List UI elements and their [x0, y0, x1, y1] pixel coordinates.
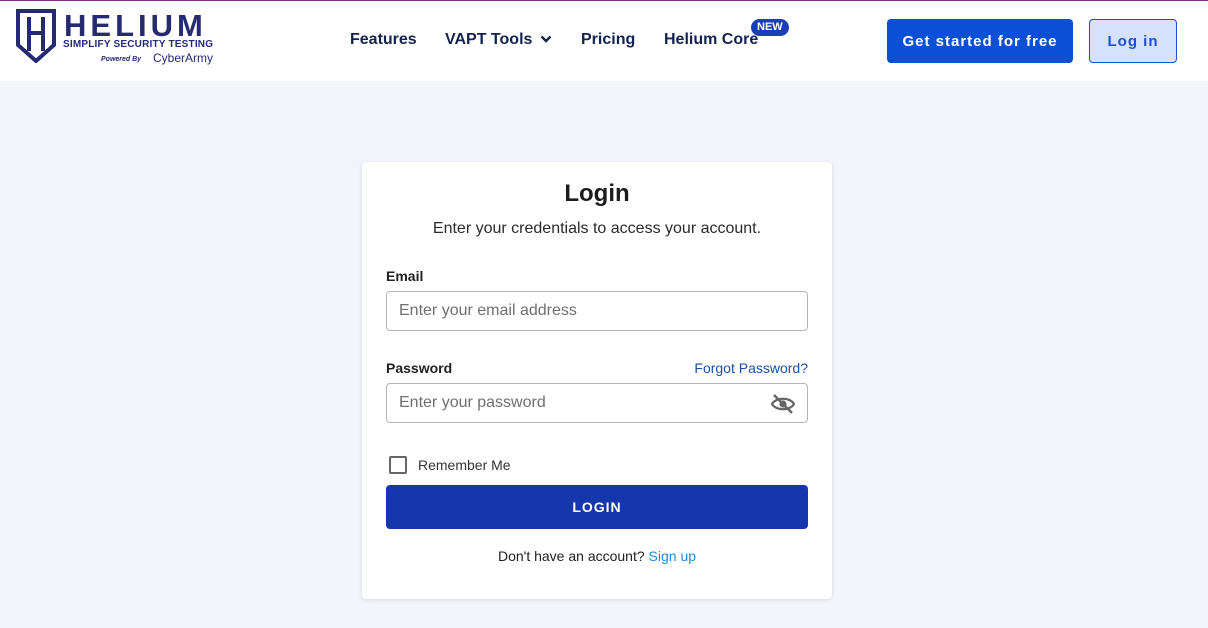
shield-logo-icon: [16, 9, 56, 63]
header-login-button[interactable]: Log in: [1089, 19, 1177, 63]
eye-off-icon[interactable]: [770, 393, 796, 415]
new-badge: NEW: [751, 19, 789, 36]
login-title: Login: [564, 180, 630, 207]
email-label: Email: [386, 268, 424, 284]
remember-me-checkbox[interactable]: [389, 456, 407, 474]
brand-name: HELIUM: [64, 8, 207, 43]
helium-logo[interactable]: HELIUM SIMPLIFY SECURITY TESTING Powered…: [16, 9, 220, 69]
signup-prompt: Don't have an account? Sign up: [362, 548, 832, 564]
login-subtitle: Enter your credentials to access your ac…: [432, 220, 762, 237]
no-account-text: Don't have an account?: [497, 548, 645, 564]
get-started-button[interactable]: Get started for free: [887, 19, 1073, 63]
brand-tagline: SIMPLIFY SECURITY TESTING: [63, 39, 214, 50]
forgot-password-link[interactable]: Forgot Password?: [694, 360, 808, 376]
partner-logo: CyberArmy: [153, 51, 214, 65]
login-submit-button[interactable]: LOGIN: [386, 485, 808, 529]
email-field[interactable]: [386, 291, 808, 331]
nav-vapt-tools[interactable]: VAPT Tools: [445, 31, 552, 49]
nav-vapt-tools-label: VAPT Tools: [445, 31, 533, 48]
sign-up-link[interactable]: Sign up: [649, 548, 696, 564]
password-field[interactable]: [386, 383, 808, 423]
nav-helium-core[interactable]: Helium Core: [664, 31, 758, 49]
site-header: HELIUM SIMPLIFY SECURITY TESTING Powered…: [0, 1, 1208, 81]
remember-me-label: Remember Me: [418, 457, 511, 473]
powered-by-text: Powered By: [101, 56, 142, 63]
nav-features[interactable]: Features: [350, 31, 417, 49]
login-card: Login Enter your credentials to access y…: [362, 162, 832, 599]
nav-pricing[interactable]: Pricing: [581, 31, 635, 49]
chevron-down-icon: [541, 35, 552, 43]
password-label: Password: [386, 360, 453, 376]
